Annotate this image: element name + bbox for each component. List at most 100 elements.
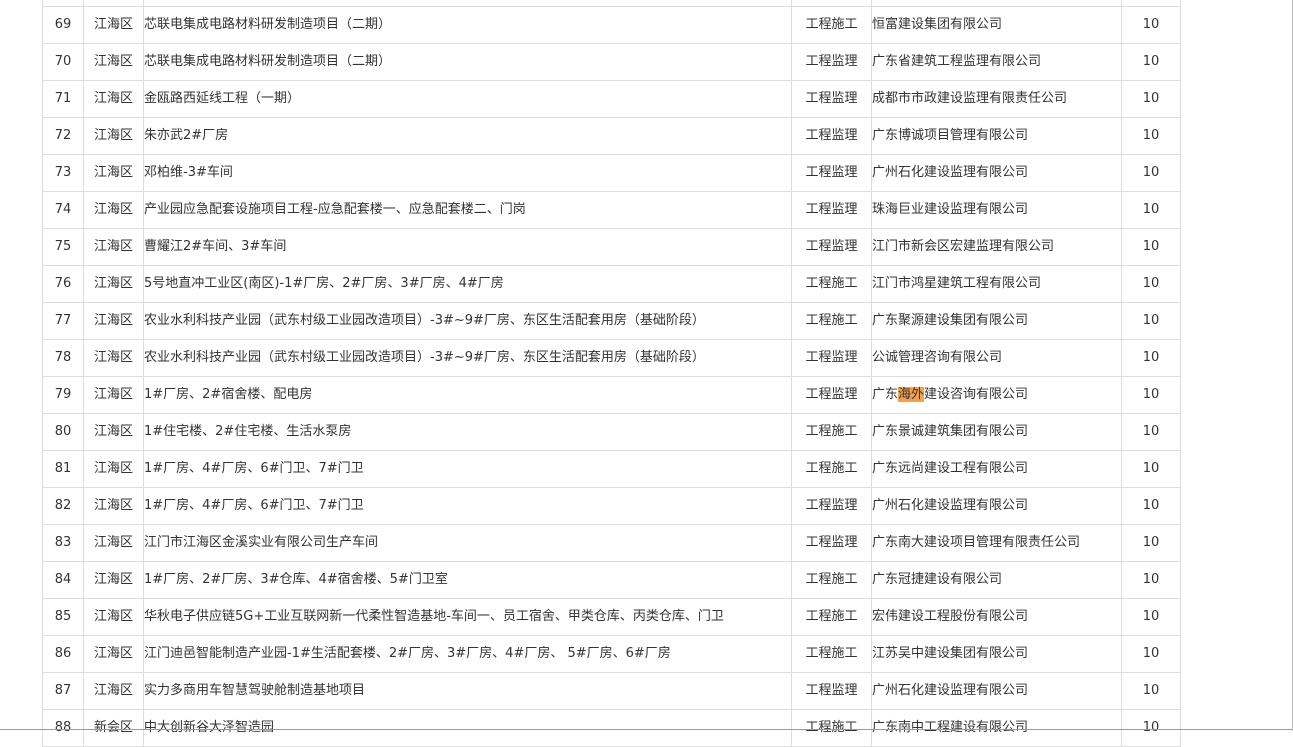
cell-project-name: 金瓯路西延线工程（一期）	[143, 80, 792, 118]
cell-district: 江海区	[83, 80, 144, 118]
cell-number: 84	[42, 561, 84, 599]
cell-score: 10	[1121, 561, 1181, 599]
cell-district: 江海区	[83, 191, 144, 229]
cell-company: 江门市鸿星建筑工程有限公司	[871, 265, 1122, 303]
cell-type: 工程施工	[791, 6, 872, 44]
cell-type: 工程施工	[791, 450, 872, 488]
cell-score: 10	[1121, 376, 1181, 414]
cell-type: 工程施工	[791, 635, 872, 673]
cell-district: 江海区	[83, 339, 144, 377]
cell-number: 87	[42, 672, 84, 710]
cell-number: 69	[42, 6, 84, 44]
cell-number: 75	[42, 228, 84, 266]
cell-score: 10	[1121, 302, 1181, 340]
cell-score: 10	[1121, 709, 1181, 747]
cell-project-name: 曹耀江2#车间、3#车间	[143, 228, 792, 266]
cell-number: 85	[42, 598, 84, 636]
cell-type: 工程施工	[791, 561, 872, 599]
cell-district: 江海区	[83, 228, 144, 266]
cell-number: 71	[42, 80, 84, 118]
cell-project-name: 农业水利科技产业园（武东村级工业园改造项目）-3#~9#厂房、东区生活配套用房（…	[143, 339, 792, 377]
cell-score: 10	[1121, 43, 1181, 81]
cell-score: 10	[1121, 450, 1181, 488]
cell-project-name: 华秋电子供应链5G+工业互联网新一代柔性智造基地-车间一、员工宿舍、甲类仓库、丙…	[143, 598, 792, 636]
cell-type: 工程监理	[791, 524, 872, 562]
company-text: 广东	[872, 387, 899, 402]
table-body: 68江海区工程监理1069江海区芯联电集成电路材料研发制造项目（二期）工程施工恒…	[42, 0, 1181, 747]
table-row: 86 江海区 江门迪邑智能制造产业园-1#生活配套楼、2#厂房、3#厂房、4#厂房、…	[42, 635, 1181, 673]
cell-district: 江海区	[83, 635, 144, 673]
cell-company: 广州石化建设监理有限公司	[871, 154, 1122, 192]
cell-type: 工程施工	[791, 709, 872, 747]
cell-project-name: 1#厂房、2#厂房、3#仓库、4#宿舍楼、5#门卫室	[143, 561, 792, 599]
cell-company: 江苏吴中建设集团有限公司	[871, 635, 1122, 673]
cell-district: 江海区	[83, 672, 144, 710]
table-row: 69 江海区 芯联电集成电路材料研发制造项目（二期） 工程施工 恒富建设集团有限公司 10	[42, 6, 1181, 44]
cell-company: 广东聚源建设集团有限公司	[871, 302, 1122, 340]
cell-district: 江海区	[83, 487, 144, 525]
table-row: 87 江海区 实力多商用车智慧驾驶舱制造基地项目 工程监理 广州石化建设监理有限公司 10	[42, 672, 1181, 710]
cell-score: 10	[1121, 117, 1181, 155]
cell-project-name: 江门迪邑智能制造产业园-1#生活配套楼、2#厂房、3#厂房、4#厂房、 5#厂房…	[143, 635, 792, 673]
cell-type: 工程监理	[791, 80, 872, 118]
cell-number: 77	[42, 302, 84, 340]
cell-type: 工程施工	[791, 413, 872, 451]
cell-type: 工程监理	[791, 672, 872, 710]
cell-type: 工程监理	[791, 191, 872, 229]
cell-project-name: 朱亦武2#厂房	[143, 117, 792, 155]
table-row: 77 江海区 农业水利科技产业园（武东村级工业园改造项目）-3#~9#厂房、东区生活…	[42, 302, 1181, 340]
cell-type: 工程施工	[791, 265, 872, 303]
cell-number: 81	[42, 450, 84, 488]
cell-score: 10	[1121, 487, 1181, 525]
cell-project-name: 实力多商用车智慧驾驶舱制造基地项目	[143, 672, 792, 710]
table-row: 72 江海区 朱亦武2#厂房 工程监理 广东博诚项目管理有限公司 10	[42, 117, 1181, 155]
cell-project-name: 1#住宅楼、2#住宅楼、生活水泵房	[143, 413, 792, 451]
cell-type: 工程监理	[791, 228, 872, 266]
cell-company: 广东海外建设咨询有限公司	[871, 376, 1122, 414]
cell-number: 73	[42, 154, 84, 192]
cell-company: 广东远尚建设工程有限公司	[871, 450, 1122, 488]
table-row: 71 江海区 金瓯路西延线工程（一期） 工程监理 成都市市政建设监理有限责任公司 10	[42, 80, 1181, 118]
cell-score: 10	[1121, 154, 1181, 192]
cell-score: 10	[1121, 339, 1181, 377]
table-row: 76 江海区 5号地直冲工业区(南区)-1#厂房、2#厂房、3#厂房、4#厂房 工程施…	[42, 265, 1181, 303]
table-row: 74 江海区 产业园应急配套设施项目工程-应急配套楼一、应急配套楼二、门岗 工程监理珠…	[42, 191, 1181, 229]
table-container: 68江海区工程监理1069江海区芯联电集成电路材料研发制造项目（二期）工程施工恒…	[42, 0, 1181, 747]
cell-district: 江海区	[83, 6, 144, 44]
cell-company: 广州石化建设监理有限公司	[871, 487, 1122, 525]
cell-number: 72	[42, 117, 84, 155]
cell-company: 广东省建筑工程监理有限公司	[871, 43, 1122, 81]
cell-district: 江海区	[83, 302, 144, 340]
cell-number: 80	[42, 413, 84, 451]
cell-district: 江海区	[83, 413, 144, 451]
cell-project-name: 芯联电集成电路材料研发制造项目（二期）	[143, 43, 792, 81]
cell-project-name: 芯联电集成电路材料研发制造项目（二期）	[143, 6, 792, 44]
cell-company: 珠海巨业建设监理有限公司	[871, 191, 1122, 229]
cell-project-name: 1#厂房、4#厂房、6#门卫、7#门卫	[143, 450, 792, 488]
cell-score: 10	[1121, 524, 1181, 562]
cell-score: 10	[1121, 413, 1181, 451]
cell-district: 江海区	[83, 43, 144, 81]
company-text: 建设咨询有限公司	[924, 387, 1029, 402]
table-row: 83 江海区 江门市江海区金溪实业有限公司生产车间 工程监理 广东南大建设项目管理有限责…	[42, 524, 1181, 562]
cell-project-name: 邓柏维-3#车间	[143, 154, 792, 192]
cell-company: 江门市新会区宏建监理有限公司	[871, 228, 1122, 266]
table-row: 73 江海区 邓柏维-3#车间 工程监理 广州石化建设监理有限公司 10	[42, 154, 1181, 192]
cell-score: 10	[1121, 598, 1181, 636]
table-row: 78 江海区 农业水利科技产业园（武东村级工业园改造项目）-3#~9#厂房、东区生活…	[42, 339, 1181, 377]
cell-company: 成都市市政建设监理有限责任公司	[871, 80, 1122, 118]
cell-score: 10	[1121, 672, 1181, 710]
table-row: 88 新会区 中大创新谷大泽智造园 工程施工 广东南中工程建设有限公司 10	[42, 709, 1181, 747]
cell-company: 广东南大建设项目管理有限责任公司	[871, 524, 1122, 562]
cell-number: 79	[42, 376, 84, 414]
cell-type: 工程监理	[791, 154, 872, 192]
cell-project-name: 1#厂房、4#厂房、6#门卫、7#门卫	[143, 487, 792, 525]
cell-score: 10	[1121, 80, 1181, 118]
cell-project-name: 江门市江海区金溪实业有限公司生产车间	[143, 524, 792, 562]
cell-number: 76	[42, 265, 84, 303]
cell-company: 广东冠捷建设有限公司	[871, 561, 1122, 599]
cell-district: 江海区	[83, 154, 144, 192]
cell-district: 江海区	[83, 524, 144, 562]
cell-number: 88	[42, 709, 84, 747]
table-row: 79 江海区 1#厂房、2#宿舍楼、配电房 工程监理 广东海外建设咨询有限公司 10	[42, 376, 1181, 414]
